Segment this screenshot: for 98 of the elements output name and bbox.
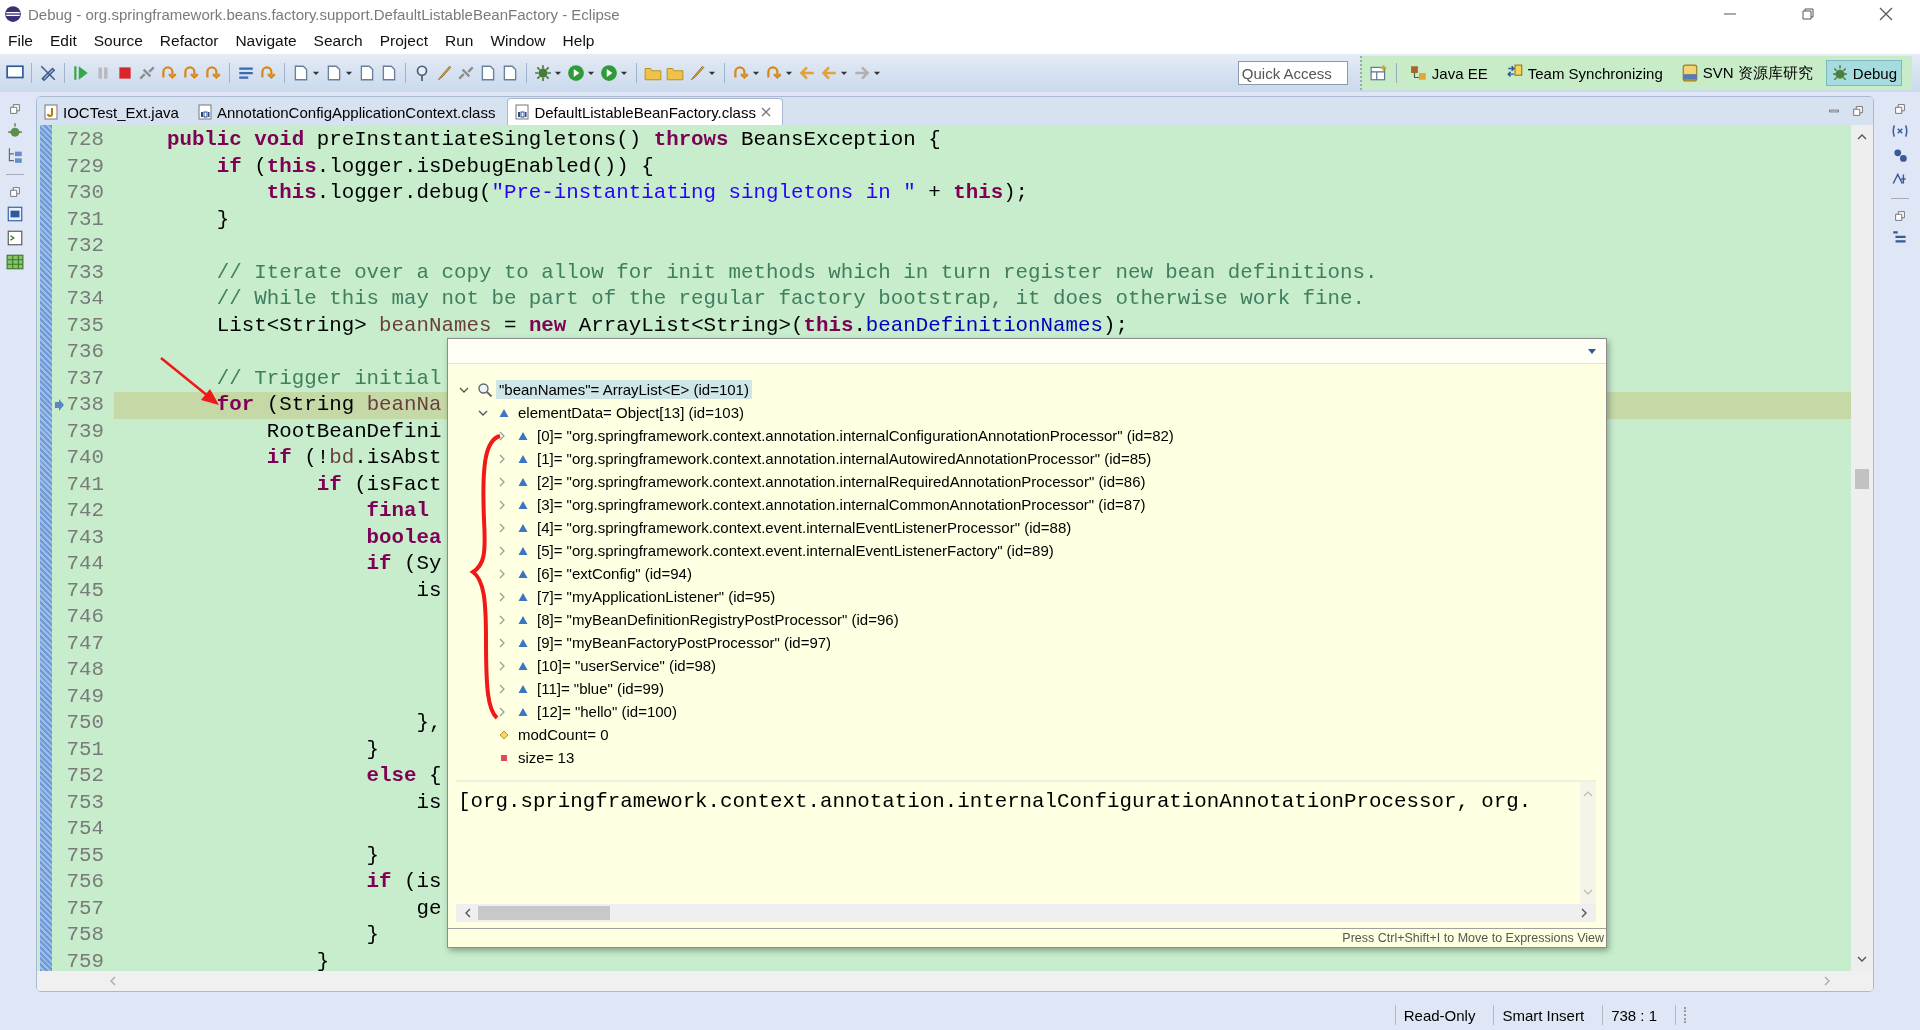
code-line: boolea	[366, 525, 442, 549]
code-line: }	[316, 949, 330, 971]
status-item: 738 : 1	[1611, 1006, 1658, 1024]
tree-item[interactable]: [9]= "myBeanFactoryPostProcessor" (id=97)	[534, 633, 835, 652]
tree-item[interactable]: [4]= "org.springframework.context.event.internalEventListenerProcessor" (id=88)	[534, 518, 1075, 537]
menu-item[interactable]: Window	[490, 32, 546, 50]
code-line: RootBeanDefini	[266, 419, 442, 443]
line-number: 752	[66, 763, 105, 789]
tree-item[interactable]: [0]= "org.springframework.context.annotation.internalConfigurationAnnotationProcessor" (id=82)	[534, 426, 1177, 445]
code-line: else {	[366, 764, 442, 787]
line-number: 738	[66, 392, 105, 418]
tree-item[interactable]: [1]= "org.springframework.context.annotation.internalAutowiredAnnotationProcessor" (id=85)	[534, 449, 1155, 468]
line-number: 751	[66, 736, 105, 763]
window-title: Debug - org.springframework.beans.factory.support.DefaultListableBeanFactory - Eclipse	[28, 5, 620, 23]
menu-item[interactable]: Project	[379, 32, 428, 50]
menu-item[interactable]: Help	[562, 32, 595, 50]
line-number: 743	[66, 524, 105, 551]
menu-item[interactable]: Run	[445, 32, 474, 50]
tree-item[interactable]: size= 13	[515, 748, 578, 767]
line-number: 744	[66, 551, 105, 577]
perspective-button[interactable]: Team Synchronizing	[1500, 60, 1668, 86]
editor-tab[interactable]: AnnotationConfigApplicationContext.class	[190, 99, 506, 125]
code-line: }	[366, 843, 380, 867]
line-number: 745	[66, 577, 105, 604]
perspective-button[interactable]: SVN 资源库研究	[1675, 59, 1818, 87]
line-number: 757	[66, 895, 105, 922]
code-line: }	[366, 737, 380, 761]
code-line: final	[366, 499, 429, 522]
tree-item[interactable]: modCount= 0	[515, 725, 612, 744]
line-number: 753	[66, 789, 105, 816]
code-line: if (isFact	[316, 472, 442, 496]
code-line: if (!bd.isAbst	[266, 446, 442, 469]
menu-item[interactable]: Search	[313, 32, 363, 50]
code-line: List<String> beanNames = new ArrayList<String>(this.beanDefinitionNames);	[216, 313, 1128, 337]
code-line: if (is	[366, 870, 442, 893]
line-number: 746	[66, 604, 105, 630]
line-number: 733	[66, 259, 105, 286]
tree-item[interactable]: [11]= "blue" (id=99)	[534, 679, 668, 698]
detail-text: [org.springframework.context.annotation.internalConfigurationAnnotationProcessor, org.	[457, 789, 1533, 815]
line-number: 732	[66, 233, 105, 259]
tree-item[interactable]: [7]= "myApplicationListener" (id=95)	[534, 587, 779, 606]
code-line: is	[416, 790, 442, 814]
line-number: 736	[66, 339, 105, 365]
perspective-button[interactable]: Java EE	[1404, 60, 1493, 86]
line-number: 754	[66, 816, 105, 842]
line-number: 735	[66, 312, 105, 339]
line-number: 749	[66, 683, 105, 710]
tree-item[interactable]: [3]= "org.springframework.context.annotation.internalCommonAnnotationProcessor" (id=87)	[534, 495, 1149, 514]
popup-hint: Press Ctrl+Shift+I to Move to Expressions View	[1342, 931, 1604, 945]
line-number: 741	[66, 471, 105, 498]
tree-item[interactable]: elementData= Object[13] (id=103)	[515, 403, 747, 422]
tree-item[interactable]: "beanNames"= ArrayList<E> (id=101)	[496, 380, 752, 399]
tree-item[interactable]: [6]= "extConfig" (id=94)	[534, 564, 695, 583]
line-number: 737	[66, 365, 105, 392]
tree-item[interactable]: [8]= "myBeanDefinitionRegistryPostProcessor" (id=96)	[534, 610, 902, 629]
tree-item[interactable]: [12]= "hello" (id=100)	[534, 702, 680, 721]
code-line: for (String beanNa	[216, 393, 442, 416]
menu-item[interactable]: Navigate	[235, 32, 297, 50]
editor-tab[interactable]: DefaultListableBeanFactory.class	[507, 98, 783, 125]
menu-item[interactable]: File	[8, 32, 33, 50]
status-item: Read-Only	[1403, 1006, 1477, 1024]
menu-item[interactable]: Refactor	[159, 32, 219, 50]
line-number: 734	[66, 286, 105, 312]
line-number: 758	[66, 922, 105, 948]
line-number: 748	[66, 657, 105, 683]
tree-item[interactable]: [10]= "userService" (id=98)	[534, 656, 720, 675]
line-number: 729	[66, 153, 105, 180]
line-number: 750	[66, 710, 105, 736]
line-number: 759	[66, 948, 105, 971]
line-number: 755	[66, 842, 105, 869]
code-line: public void preInstantiateSingletons() throws BeansException {	[166, 128, 941, 151]
code-line: }	[216, 207, 230, 231]
menu-item[interactable]: Edit	[50, 32, 77, 50]
line-number: 740	[66, 445, 105, 471]
tree-item[interactable]: [5]= "org.springframework.context.event.internalEventListenerFactory" (id=89)	[534, 541, 1057, 560]
code-line: if (this.logger.isDebugEnabled()) {	[216, 154, 654, 178]
code-line: is	[416, 578, 442, 602]
menu-item[interactable]: Source	[93, 32, 143, 50]
line-number: 730	[66, 180, 105, 206]
line-number: 756	[66, 869, 105, 895]
quick-access-field[interactable]: Quick Access	[1237, 61, 1348, 85]
code-line: ge	[416, 896, 442, 920]
code-line: // Iterate over a copy to allow for init methods which in turn register new bean definitions.	[216, 260, 1378, 284]
code-line: },	[416, 711, 442, 734]
line-number: 747	[66, 630, 105, 657]
code-line: if (Sy	[366, 552, 442, 575]
line-number: 728	[66, 127, 105, 153]
status-item: Smart Insert	[1502, 1006, 1586, 1024]
perspective-button[interactable]: Debug	[1825, 60, 1902, 86]
code-line: this.logger.debug("Pre-instantiating singletons in " + this);	[266, 181, 1029, 204]
line-number: 742	[66, 498, 105, 524]
code-line: }	[366, 923, 380, 946]
tree-item[interactable]: [2]= "org.springframework.context.annotation.internalRequiredAnnotationProcessor" (id=86)	[534, 472, 1149, 491]
code-line: // While this may not be part of the regular factory bootstrap, it does otherwise work fine.	[216, 287, 1366, 310]
code-line: // Trigger initial	[216, 366, 442, 390]
line-number: 739	[66, 418, 105, 445]
editor-tab[interactable]: IOCTest_Ext.java	[37, 99, 189, 125]
line-number: 731	[66, 206, 105, 233]
